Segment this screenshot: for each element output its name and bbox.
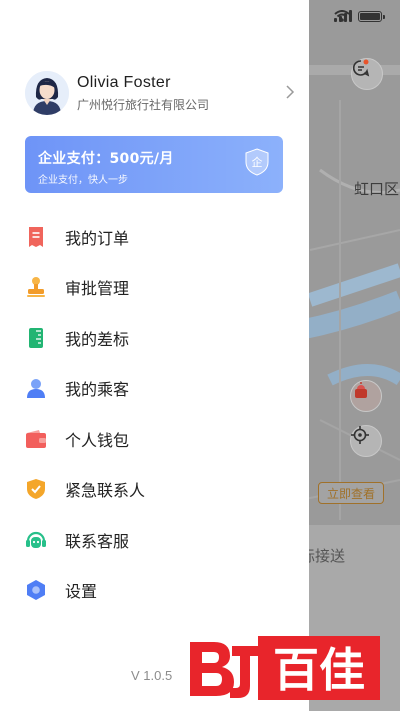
- payment-subtitle: 企业支付，快人一步: [38, 175, 128, 186]
- menu-label-settings: 设置: [65, 582, 98, 601]
- stamp-icon: [25, 276, 47, 298]
- side-drawer: Olivia Foster 广州悦行旅行社有限公司 企业支付：500元/月 企业…: [0, 0, 309, 711]
- wallet-icon: [25, 428, 47, 450]
- customer-service-icon: [25, 529, 47, 551]
- profile-row[interactable]: Olivia Foster 广州悦行旅行社有限公司: [25, 70, 295, 116]
- watermark-text: 百佳: [273, 643, 365, 697]
- user-name: Olivia Foster: [77, 73, 171, 91]
- chat-bubble-icon: [352, 59, 370, 77]
- passenger-icon: [25, 377, 47, 399]
- shield-check-icon: [25, 478, 47, 500]
- avatar: [25, 71, 69, 115]
- settings-hex-icon: [25, 579, 47, 601]
- order-icon: [25, 226, 47, 248]
- user-avatar-icon: [25, 71, 69, 115]
- message-button[interactable]: [351, 58, 383, 90]
- district-label: 虹口区: [354, 180, 400, 198]
- menu-label-wallet: 个人钱包: [65, 431, 130, 450]
- wifi-icon: [334, 10, 350, 22]
- menu-label-travel-standard: 我的差标: [65, 330, 130, 349]
- menu-item-approvals[interactable]: 审批管理: [25, 270, 275, 304]
- view-now-button[interactable]: 立即查看: [318, 482, 384, 504]
- payment-title: 企业支付：500元/月: [38, 151, 174, 167]
- status-bar: [334, 10, 385, 22]
- menu-label-approvals: 审批管理: [65, 279, 130, 298]
- alarm-icon: [355, 382, 367, 398]
- battery-icon: [358, 10, 385, 22]
- menu-item-customer-service[interactable]: 联系客服: [25, 523, 275, 557]
- chevron-right-icon: [286, 85, 295, 99]
- menu-label-passengers: 我的乘客: [65, 380, 130, 399]
- enterprise-payment-card[interactable]: 企业支付：500元/月 企业支付，快人一步 企: [25, 136, 283, 193]
- menu-label-emergency-contacts: 紧急联系人: [65, 481, 146, 500]
- menu-item-travel-standard[interactable]: 我的差标: [25, 321, 275, 355]
- enterprise-shield-icon: 企: [245, 148, 269, 176]
- menu-item-passengers[interactable]: 我的乘客: [25, 371, 275, 405]
- watermark-logo: 百佳: [190, 636, 380, 700]
- menu-label-customer-service: 联系客服: [65, 532, 130, 551]
- sos-button[interactable]: [350, 380, 382, 412]
- badge-text: 企: [252, 155, 263, 169]
- menu-item-emergency-contacts[interactable]: 紧急联系人: [25, 472, 275, 506]
- menu-item-wallet[interactable]: 个人钱包: [25, 422, 275, 456]
- locate-button[interactable]: [350, 425, 382, 457]
- company-name: 广州悦行旅行社有限公司: [77, 97, 210, 112]
- crosshair-icon: [351, 426, 369, 444]
- menu-item-settings[interactable]: 设置: [25, 573, 275, 607]
- ruler-icon: [25, 327, 47, 349]
- menu-label-orders: 我的订单: [65, 229, 130, 248]
- menu-item-orders[interactable]: 我的订单: [25, 220, 275, 254]
- app-version: V 1.0.5: [131, 668, 173, 683]
